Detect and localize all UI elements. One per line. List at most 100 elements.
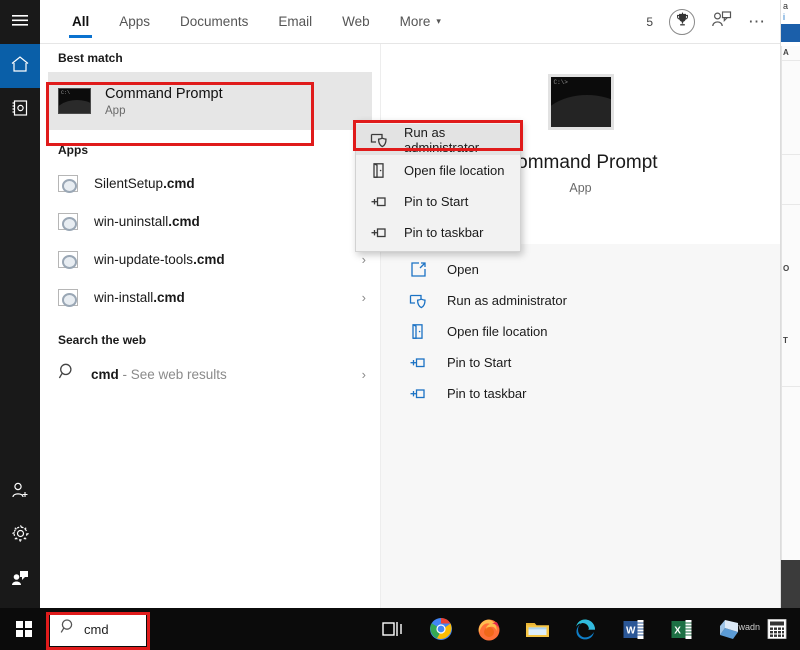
start-button[interactable] <box>0 608 48 650</box>
search-icon <box>60 618 77 640</box>
calculator-icon[interactable] <box>764 616 790 642</box>
hamburger-menu-button[interactable] <box>0 0 40 44</box>
tab-web-label: Web <box>342 14 370 29</box>
tab-apps[interactable]: Apps <box>104 0 165 44</box>
background-text-d: O <box>783 264 789 273</box>
rewards-count: 5 <box>646 15 653 29</box>
list-item-name: win-update-tools <box>94 252 193 267</box>
excel-icon[interactable]: X <box>668 616 694 642</box>
svg-text:W: W <box>626 625 636 636</box>
tab-documents[interactable]: Documents <box>165 0 263 44</box>
rail-item-notebook[interactable] <box>0 88 40 132</box>
web-result-item[interactable]: cmd - See web results › <box>40 354 380 394</box>
action-run-as-administrator-label: Run as administrator <box>447 293 567 308</box>
background-window[interactable]: a i A O T <box>780 0 800 608</box>
tab-all-label: All <box>72 14 89 29</box>
list-item-ext: .cmd <box>168 214 200 229</box>
best-match-subtitle: App <box>105 105 223 117</box>
action-run-as-administrator[interactable]: Run as administrator <box>381 285 780 316</box>
edge-icon[interactable] <box>572 616 598 642</box>
command-prompt-icon <box>58 88 91 114</box>
rail-item-home[interactable] <box>0 44 40 88</box>
tab-apps-label: Apps <box>119 14 150 29</box>
task-view-icon[interactable] <box>380 616 406 642</box>
command-prompt-icon <box>548 74 614 130</box>
list-item-label: win-uninstall.cmd <box>94 214 346 229</box>
context-menu-item-open-file-location[interactable]: Open file location <box>356 155 520 186</box>
action-pin-to-taskbar-label: Pin to taskbar <box>447 386 527 401</box>
rewards-trophy-icon <box>675 12 690 32</box>
chevron-right-icon[interactable]: › <box>362 367 366 382</box>
list-item-label: win-install.cmd <box>94 290 346 305</box>
background-window-footer <box>781 560 800 608</box>
background-text-e: T <box>783 336 788 345</box>
web-result-label: cmd - See web results <box>91 367 348 382</box>
tab-more[interactable]: More ▾ <box>385 0 456 44</box>
context-menu-item-label: Open file location <box>404 163 504 178</box>
taskbar-search-value: cmd <box>84 622 109 637</box>
background-divider <box>782 60 800 61</box>
best-match-item[interactable]: Command Prompt App <box>48 72 372 130</box>
background-window-header: a i <box>781 0 800 18</box>
context-menu-item-run-as-administrator[interactable]: Run as administrator <box>356 124 520 155</box>
tab-all[interactable]: All <box>57 0 104 44</box>
search-web-heading: Search the web <box>40 326 380 354</box>
topbar-right-group: 5 <box>646 0 766 44</box>
chevron-right-icon[interactable]: › <box>362 252 366 267</box>
taskbar-search-input[interactable]: cmd <box>50 612 146 646</box>
more-options-button[interactable]: ⋯ <box>748 12 766 32</box>
context-menu-item-pin-to-taskbar[interactable]: Pin to taskbar <box>356 217 520 248</box>
list-item[interactable]: win-update-tools.cmd › <box>40 240 380 278</box>
cmd-file-icon <box>58 213 78 230</box>
action-open-file-location[interactable]: Open file location <box>381 316 780 347</box>
background-text-a: a <box>783 1 788 11</box>
best-match-text: Command Prompt App <box>105 85 223 117</box>
folder-location-icon <box>370 162 388 180</box>
background-blue-bar <box>781 24 800 42</box>
context-menu-item-label: Pin to taskbar <box>404 225 484 240</box>
taskbar: cmd <box>0 608 800 650</box>
chevron-right-icon[interactable]: › <box>362 290 366 305</box>
pin-icon <box>370 224 388 242</box>
list-item-name: win-uninstall <box>94 214 168 229</box>
rail-item-feedback[interactable] <box>0 558 40 602</box>
app-preview-title: Command Prompt <box>503 152 657 174</box>
best-match-title: Command Prompt <box>105 85 223 103</box>
list-item-name: SilentSetup <box>94 176 163 191</box>
background-divider <box>782 386 800 387</box>
windows-start-icon <box>16 621 33 638</box>
list-item-label: SilentSetup.cmd <box>94 176 346 191</box>
shield-admin-icon <box>370 131 388 149</box>
context-menu-item-label: Run as administrator <box>404 125 520 155</box>
cmd-file-icon <box>58 251 78 268</box>
list-item-name: win-install <box>94 290 153 305</box>
search-topbar: All Apps Documents Email Web More ▾ <box>40 0 780 44</box>
tab-more-label: More <box>400 14 431 29</box>
file-explorer-icon[interactable] <box>524 616 550 642</box>
word-icon[interactable]: W <box>620 616 646 642</box>
list-item[interactable]: win-uninstall.cmd › <box>40 202 380 240</box>
action-pin-to-taskbar[interactable]: Pin to taskbar <box>381 378 780 409</box>
action-open[interactable]: Open <box>381 254 780 285</box>
apps-heading: Apps <box>40 136 380 164</box>
search-tabs: All Apps Documents Email Web More ▾ <box>57 0 456 44</box>
firefox-icon[interactable] <box>476 616 502 642</box>
rail-item-settings[interactable] <box>0 514 40 558</box>
web-result-suffix: - See web results <box>119 367 227 382</box>
feedback-icon <box>711 16 732 33</box>
home-icon <box>10 55 30 78</box>
rail-item-account[interactable] <box>0 470 40 514</box>
background-text-b: i <box>783 12 785 22</box>
context-menu-item-pin-to-start[interactable]: Pin to Start <box>356 186 520 217</box>
watermark: wadn <box>738 622 760 632</box>
chrome-icon[interactable] <box>428 616 454 642</box>
cmd-file-icon <box>58 175 78 192</box>
rewards-button[interactable] <box>669 9 695 35</box>
tab-web[interactable]: Web <box>327 0 385 44</box>
action-pin-to-start[interactable]: Pin to Start <box>381 347 780 378</box>
notebook-icon <box>11 99 29 122</box>
list-item[interactable]: SilentSetup.cmd › <box>40 164 380 202</box>
list-item[interactable]: win-install.cmd › <box>40 278 380 316</box>
feedback-button[interactable] <box>711 10 732 34</box>
tab-email[interactable]: Email <box>263 0 327 44</box>
